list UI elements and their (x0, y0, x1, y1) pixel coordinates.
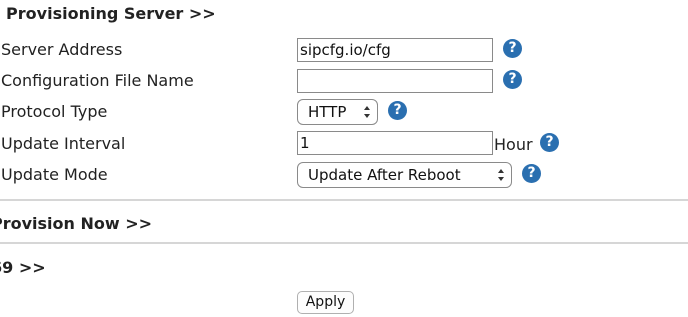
server-address-label: Server Address (1, 40, 123, 59)
config-file-name-help-icon[interactable]: ? (503, 70, 522, 89)
protocol-type-select[interactable]: HTTP (297, 99, 378, 125)
section-header-provisioning-server[interactable]: c Provisioning Server >> (0, 4, 216, 23)
section-divider (0, 242, 688, 244)
update-interval-label: Update Interval (1, 134, 126, 153)
update-interval-unit: Hour (494, 135, 533, 154)
provisioning-settings-page: c Provisioning Server >> Server Address … (0, 0, 688, 317)
protocol-type-selected-value: HTTP (308, 103, 347, 121)
update-mode-help-icon[interactable]: ? (522, 164, 541, 183)
select-arrows-icon (498, 169, 504, 181)
update-mode-label: Update Mode (1, 165, 108, 184)
config-file-name-input[interactable] (297, 69, 493, 93)
server-address-help-icon[interactable]: ? (503, 39, 522, 58)
apply-button[interactable]: Apply (297, 291, 354, 314)
section-divider (0, 199, 688, 201)
section-header-provision-now[interactable]: Provision Now >> (0, 214, 152, 233)
config-file-name-label: Configuration File Name (1, 71, 194, 90)
protocol-type-label: Protocol Type (1, 102, 108, 121)
update-mode-select[interactable]: Update After Reboot (297, 162, 512, 188)
protocol-type-help-icon[interactable]: ? (388, 101, 407, 120)
select-arrows-icon (364, 106, 370, 118)
section-header-third[interactable]: 69 >> (0, 258, 46, 277)
update-mode-selected-value: Update After Reboot (308, 166, 461, 184)
update-interval-help-icon[interactable]: ? (540, 133, 559, 152)
server-address-input[interactable] (297, 38, 493, 62)
update-interval-input[interactable] (297, 131, 493, 155)
